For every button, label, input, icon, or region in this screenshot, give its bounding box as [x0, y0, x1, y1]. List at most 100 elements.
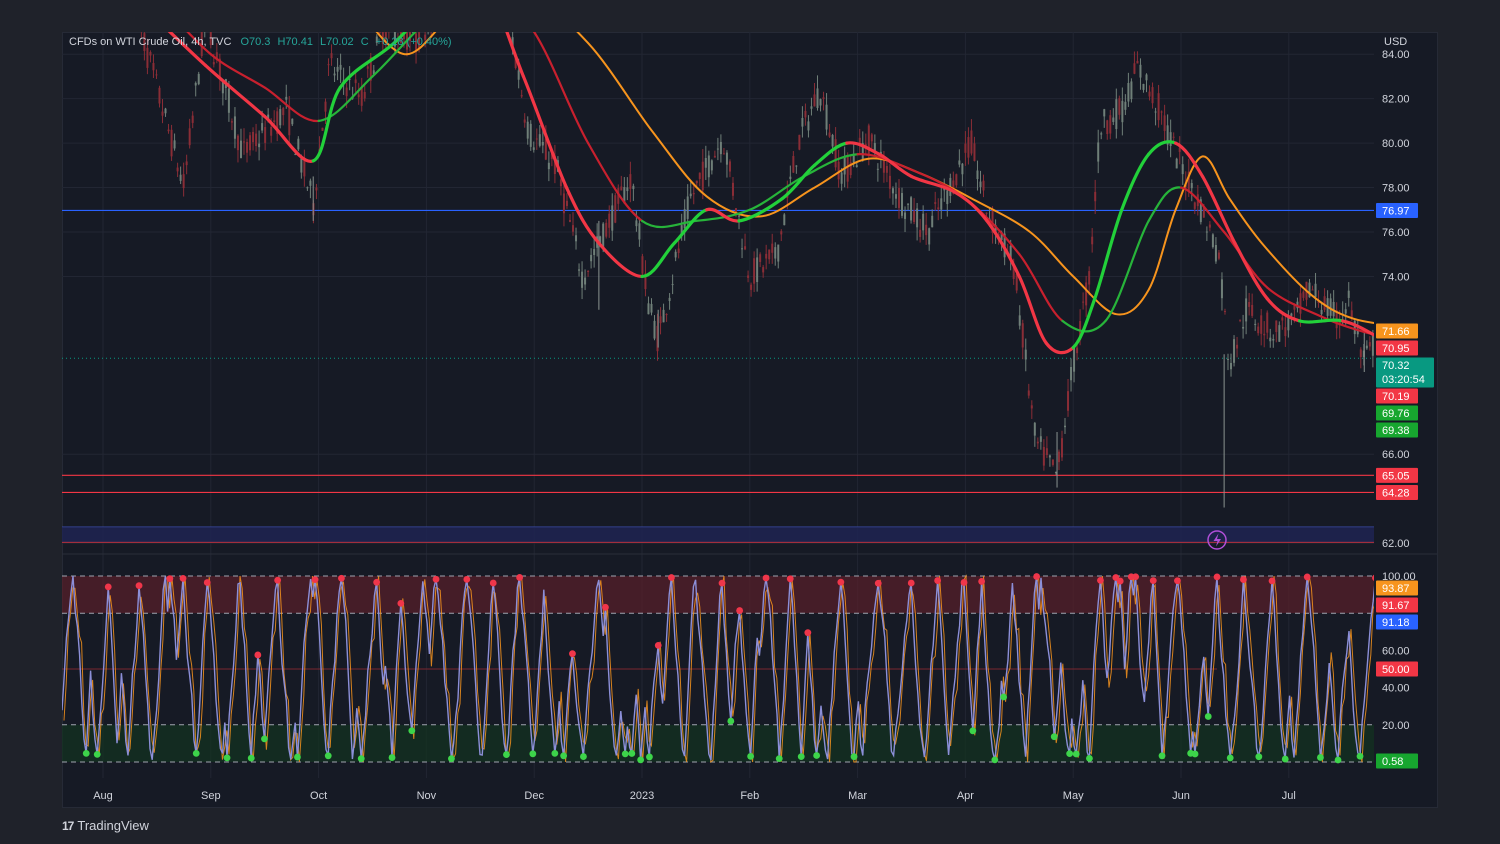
- candle-body: [710, 160, 713, 171]
- osc-overbought-dot: [274, 576, 282, 584]
- candle-body: [698, 172, 701, 179]
- candle-body: [1169, 132, 1172, 146]
- moving-average-mid: [426, 0, 480, 21]
- osc-overbought-dot: [179, 574, 187, 582]
- candle-body: [1371, 334, 1374, 356]
- candle-body: [985, 212, 988, 214]
- candle-body: [324, 101, 327, 112]
- candle-body: [958, 160, 961, 165]
- candle-body: [523, 119, 526, 123]
- candle-body: [503, 3, 505, 7]
- osc-badge-text: 50.00: [1382, 664, 1410, 676]
- candle-body: [1124, 101, 1127, 110]
- candle-body: [270, 126, 273, 136]
- candle-body: [391, 24, 393, 25]
- candle-body: [1257, 326, 1260, 334]
- y-tick-label: 62.00: [1382, 538, 1410, 550]
- candle-body: [897, 187, 900, 208]
- x-tick-label: 2023: [630, 790, 654, 802]
- osc-overbought-dot: [1116, 577, 1124, 585]
- candle-body: [1278, 325, 1281, 342]
- price-badge-text: 69.76: [1382, 408, 1410, 420]
- candle-body: [285, 96, 288, 100]
- osc-oversold-dot: [1281, 755, 1289, 763]
- moving-average-fast: [1233, 241, 1269, 301]
- candle-body: [638, 223, 641, 240]
- candle-body: [1227, 358, 1230, 360]
- osc-oversold-dot: [388, 754, 396, 761]
- osc-oversold-dot: [448, 755, 455, 763]
- candle-body: [1042, 446, 1045, 466]
- chart-canvas[interactable]: Aug Sep Oct Nov Dec 2023 Feb Mar Apr May Jun Jul 84.…: [0, 0, 1500, 844]
- candle-body: [1139, 64, 1142, 78]
- osc-badge-text: 91.67: [1382, 600, 1410, 612]
- candle-body: [167, 129, 170, 132]
- candle-body: [1193, 202, 1196, 209]
- candle-body: [155, 74, 158, 76]
- legend-header[interactable]: CFDs on WTI Crude Oil, 4h, TVC O70.3 H70…: [69, 36, 452, 48]
- osc-oversold-dot: [324, 752, 332, 760]
- candle-body: [1097, 142, 1100, 162]
- moving-average-fast: [1044, 341, 1075, 355]
- y-tick-label: 80.00: [1382, 138, 1410, 150]
- candle-body: [378, 32, 381, 33]
- osc-badge-text: 0.58: [1382, 756, 1403, 768]
- candle-body: [517, 70, 520, 80]
- candle-body: [532, 147, 535, 150]
- osc-oversold-dot: [775, 755, 783, 763]
- candle-body: [792, 156, 795, 173]
- y-tick-label: 78.00: [1382, 183, 1410, 195]
- osc-overbought-dot: [311, 576, 319, 584]
- candle-body: [783, 214, 786, 226]
- osc-badge-text: 91.18: [1382, 617, 1410, 629]
- currency-label: USD: [1384, 36, 1407, 48]
- candle-body: [882, 160, 885, 173]
- candle-body: [759, 254, 762, 262]
- candle-body: [315, 187, 318, 191]
- candle-body: [182, 174, 185, 189]
- osc-overbought-dot: [960, 579, 968, 586]
- candle-body: [1148, 91, 1151, 97]
- candle-body: [1085, 282, 1088, 306]
- candle-body: [1272, 339, 1275, 341]
- candle-body: [197, 73, 200, 85]
- candle-body: [744, 246, 747, 250]
- candle-body: [442, 0, 444, 6]
- candle-body: [239, 140, 242, 158]
- oscillator-series: [62, 573, 1374, 764]
- candle-body: [1154, 111, 1157, 113]
- candle-body: [901, 193, 904, 216]
- candle-body: [713, 155, 716, 158]
- candle-body: [430, 29, 432, 30]
- candle-body: [433, 1, 435, 12]
- candle-body: [321, 127, 324, 131]
- candle-body: [149, 51, 152, 56]
- candle-body: [1302, 291, 1305, 298]
- osc-oversold-dot: [1204, 713, 1212, 720]
- candle-body: [1368, 342, 1371, 347]
- candle-body: [722, 153, 725, 155]
- candle-body: [1133, 63, 1136, 74]
- tradingview-brand[interactable]: 17 TradingView: [62, 818, 149, 833]
- candle-body: [249, 135, 252, 151]
- candle-body: [756, 257, 759, 282]
- osc-overbought-dot: [397, 599, 405, 607]
- candle-body: [641, 256, 644, 274]
- ohlc-low: L70.02: [320, 36, 354, 48]
- candle-body: [255, 133, 258, 147]
- osc-y-tick-label: 40.00: [1382, 683, 1410, 695]
- y-tick-label: 84.00: [1382, 49, 1410, 61]
- candle-body: [858, 137, 861, 144]
- osc-overbought-dot: [934, 577, 942, 584]
- candle-body: [828, 132, 831, 137]
- candle-body: [547, 162, 550, 170]
- moving-average-fast: [1341, 319, 1374, 337]
- osc-overbought-dot: [654, 641, 662, 649]
- candle-body: [707, 155, 710, 178]
- osc-overbought-dot: [516, 574, 524, 581]
- candle-body: [161, 111, 164, 116]
- candle-body: [1106, 120, 1109, 135]
- candle-body: [876, 168, 879, 170]
- candle-body: [1027, 390, 1030, 396]
- candle-body: [626, 187, 629, 192]
